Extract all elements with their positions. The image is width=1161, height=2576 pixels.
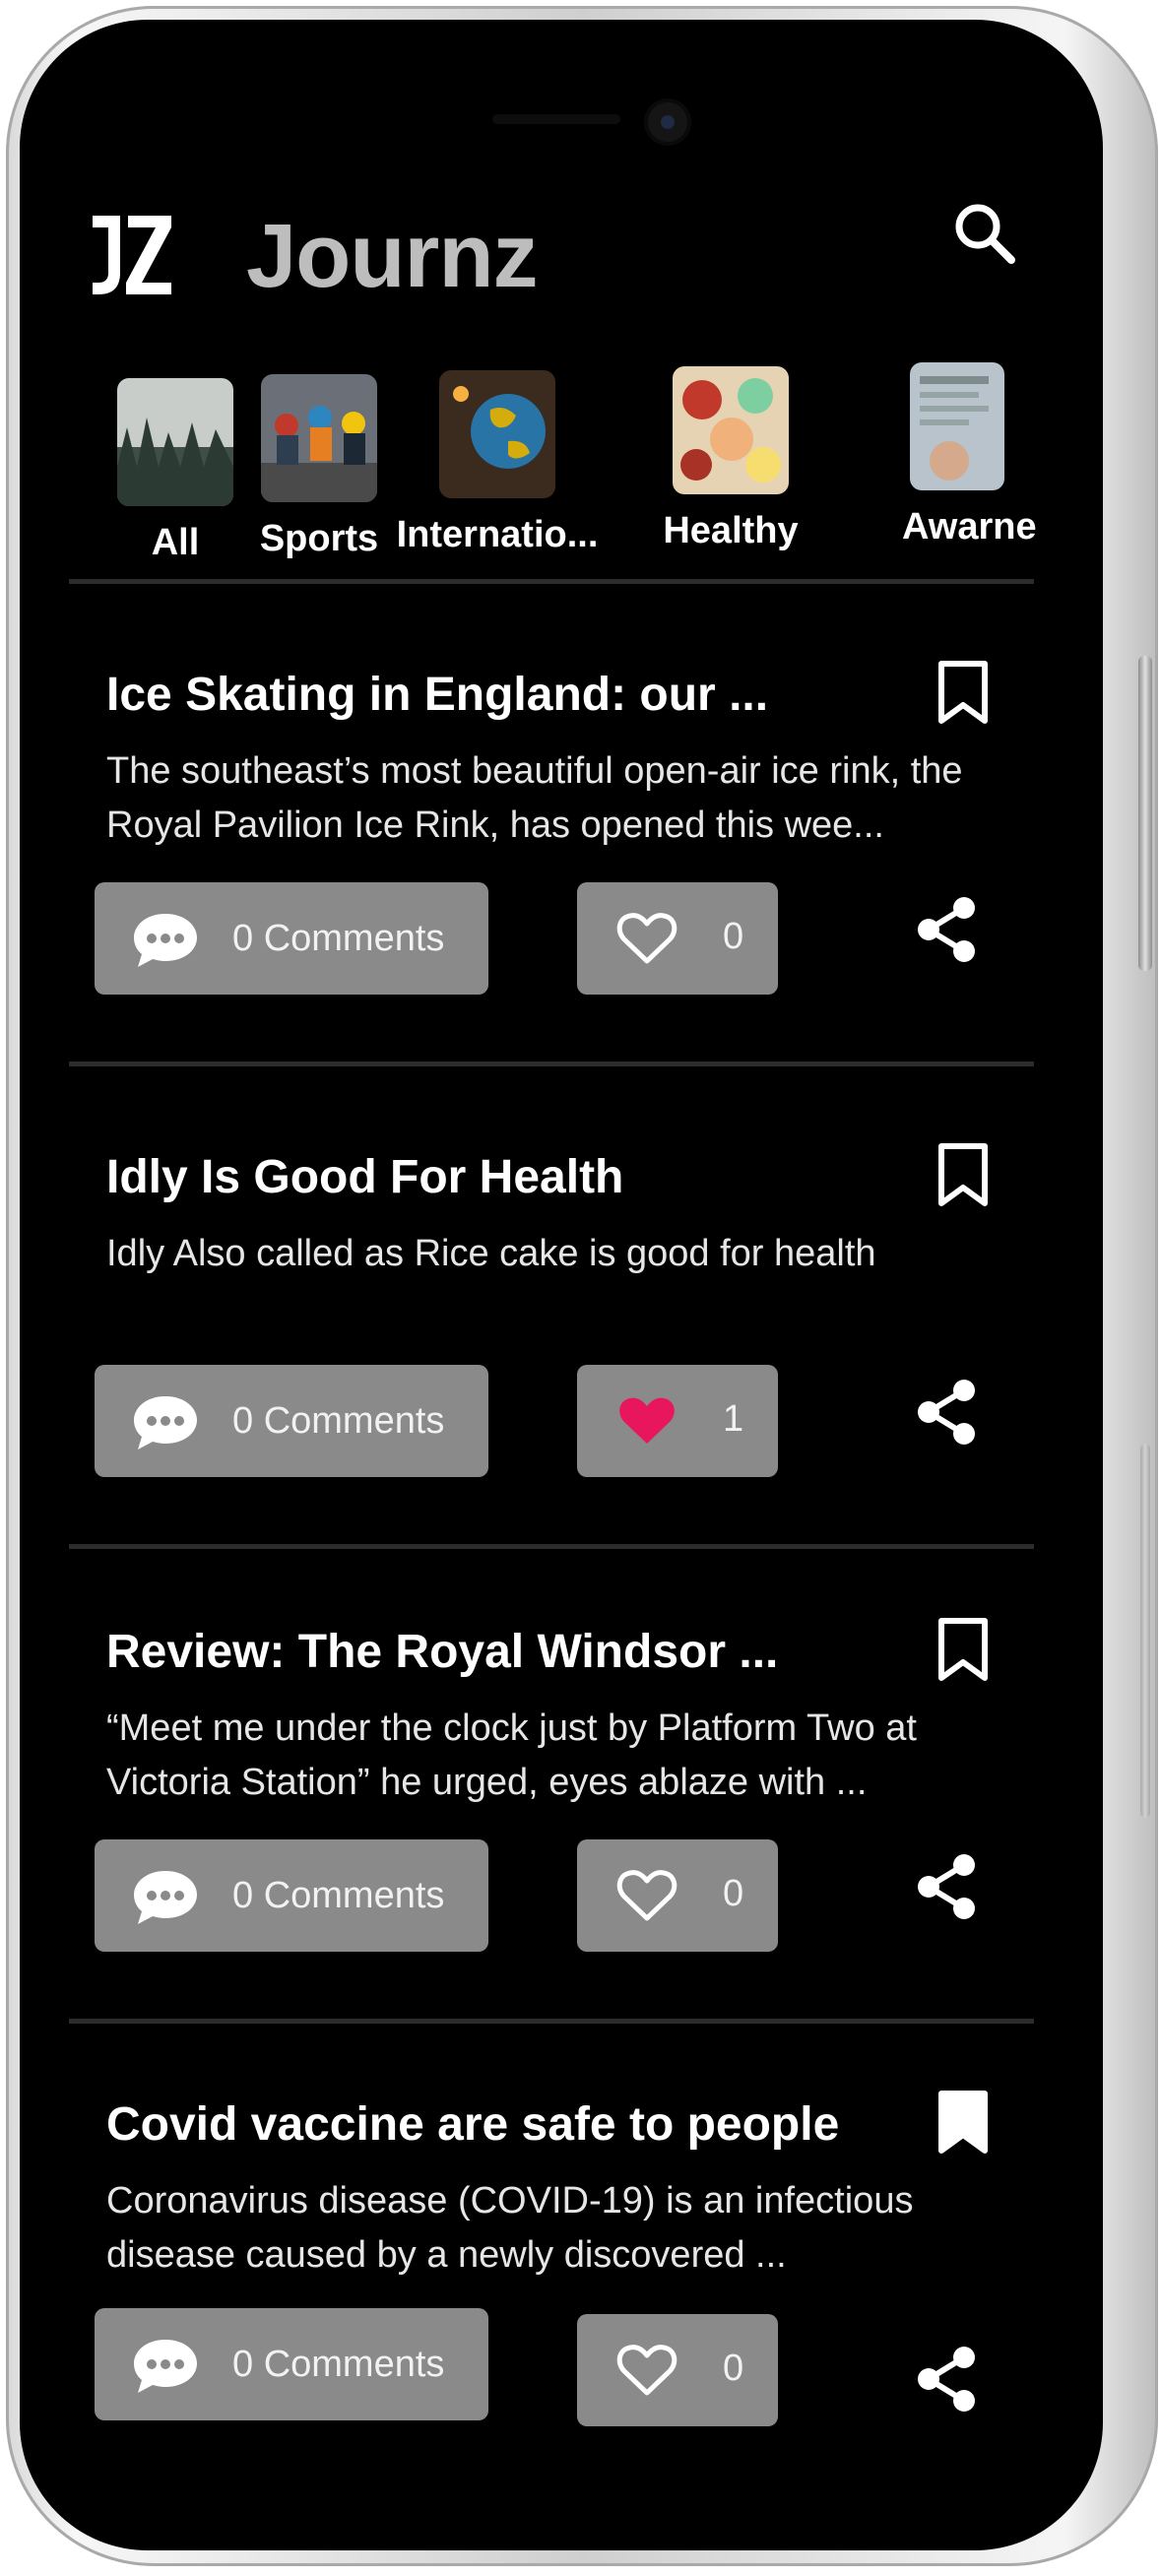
- comments-count: 0 Comments: [232, 1875, 445, 1916]
- app-title: Journz: [246, 206, 539, 306]
- category-thumb-forest: [117, 378, 233, 506]
- like-button[interactable]: 0: [577, 2314, 778, 2426]
- comments-count: 0 Comments: [232, 2344, 445, 2385]
- article-card[interactable]: Review: The Royal Windsor ... “Meet me u…: [20, 1618, 1103, 2058]
- share-icon[interactable]: [911, 2344, 980, 2415]
- category-awareness[interactable]: Awarne: [902, 362, 1087, 548]
- likes-count: 0: [723, 2348, 744, 2389]
- category-thumb-cyclists: [261, 374, 377, 502]
- share-icon[interactable]: [911, 1851, 980, 1922]
- divider: [69, 579, 1034, 584]
- phone-screen: Journz All Sports Internatio... Healthy …: [20, 20, 1103, 2550]
- article-description: Coronavirus disease (COVID-19) is an inf…: [106, 2180, 914, 2276]
- comment-bubble-icon: [134, 1871, 197, 1924]
- category-healthy[interactable]: Healthy: [662, 366, 800, 552]
- heart-outline-icon: [616, 1870, 677, 1921]
- comments-count: 0 Comments: [232, 918, 445, 959]
- category-thumb-food: [673, 366, 789, 494]
- like-button[interactable]: 0: [577, 1839, 778, 1952]
- category-label: Sports: [259, 518, 379, 559]
- comment-bubble-icon: [134, 2340, 197, 2393]
- bookmark-icon[interactable]: [935, 1142, 991, 1207]
- heart-outline-icon: [616, 2345, 677, 2396]
- comments-button[interactable]: 0 Comments: [95, 1839, 488, 1952]
- bookmark-filled-icon[interactable]: [935, 2090, 991, 2155]
- side-antenna: [1140, 1444, 1150, 1818]
- likes-count: 0: [723, 1873, 744, 1914]
- share-icon[interactable]: [911, 894, 980, 965]
- comments-button[interactable]: 0 Comments: [95, 1365, 488, 1477]
- category-label: All: [151, 522, 200, 563]
- app-logo-icon: [93, 216, 171, 294]
- category-international[interactable]: Internatio...: [394, 370, 601, 556]
- app-header: Journz: [20, 187, 1103, 306]
- comments-button[interactable]: 0 Comments: [95, 2308, 488, 2420]
- bookmark-icon[interactable]: [935, 1617, 991, 1682]
- article-description: “Meet me under the clock just by Platfor…: [106, 1707, 917, 1803]
- likes-count: 0: [723, 916, 744, 957]
- heart-outline-icon: [616, 913, 677, 964]
- bookmark-icon[interactable]: [935, 660, 991, 725]
- article-description: Idly Also called as Rice cake is good fo…: [106, 1233, 876, 1274]
- likes-count: 1: [723, 1398, 744, 1440]
- category-thumb-globe: [439, 370, 555, 498]
- speaker-grille: [492, 114, 620, 124]
- comments-button[interactable]: 0 Comments: [95, 882, 488, 995]
- category-label: Awarne: [902, 506, 1037, 547]
- phone-frame: Journz All Sports Internatio... Healthy …: [6, 6, 1158, 2566]
- front-camera: [648, 102, 687, 142]
- article-title[interactable]: Idly Is Good For Health: [106, 1150, 623, 1204]
- article-title[interactable]: Review: The Royal Windsor ...: [106, 1625, 778, 1679]
- power-button: [1138, 656, 1152, 971]
- category-thumb-newspaper: [910, 362, 1004, 490]
- article-card[interactable]: Idly Is Good For Health Idly Also called…: [20, 1143, 1103, 1583]
- like-button[interactable]: 0: [577, 882, 778, 995]
- article-card[interactable]: Covid vaccine are safe to people Coronav…: [20, 2091, 1103, 2531]
- category-strip: All Sports Internatio... Healthy Awarne: [20, 354, 1103, 591]
- category-sports[interactable]: Sports: [250, 374, 388, 560]
- like-button[interactable]: 1: [577, 1365, 778, 1477]
- share-icon[interactable]: [911, 1377, 980, 1448]
- article-description: The southeast’s most beautiful open-air …: [106, 750, 963, 846]
- category-all[interactable]: All: [106, 378, 244, 564]
- article-title[interactable]: Covid vaccine are safe to people: [106, 2097, 839, 2152]
- comment-bubble-icon: [134, 914, 197, 967]
- heart-filled-icon: [619, 1397, 675, 1444]
- comments-count: 0 Comments: [232, 1400, 445, 1442]
- search-icon[interactable]: [950, 199, 1019, 268]
- comment-bubble-icon: [134, 1396, 197, 1449]
- category-label: Internatio...: [396, 514, 599, 555]
- article-card[interactable]: Ice Skating in England: our ... The sout…: [20, 661, 1103, 1101]
- article-title[interactable]: Ice Skating in England: our ...: [106, 668, 768, 722]
- category-label: Healthy: [663, 510, 799, 551]
